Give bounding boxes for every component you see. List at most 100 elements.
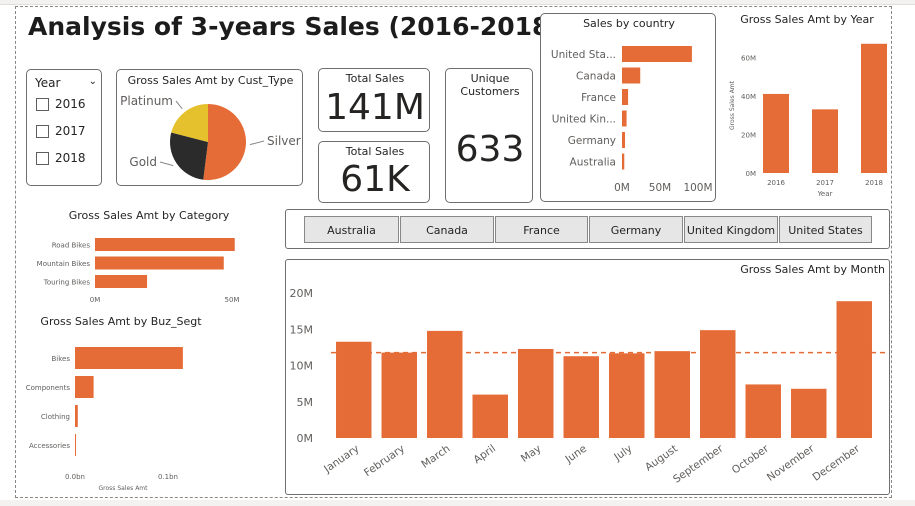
month-bar[interactable] — [518, 348, 554, 438]
buz-segt-bar[interactable] — [75, 376, 94, 398]
cust-type-pie-chart[interactable]: Silver Gold Platinum — [117, 88, 304, 186]
year-slicer-header[interactable]: Year ⌄ — [35, 76, 97, 92]
sales-by-year-title: Gross Sales Amt by Year — [740, 13, 874, 26]
cust-type-title: Gross Sales Amt by Cust_Type — [127, 74, 294, 87]
year-y-axis-title: Gross Sales Amt — [729, 80, 736, 130]
cust-type-pie-card[interactable]: Gross Sales Amt by Cust_Type Silver Gold P… — [116, 69, 303, 186]
year-option-label: 2016 — [55, 97, 86, 111]
checkbox-icon[interactable] — [36, 124, 49, 138]
country-bar[interactable] — [622, 132, 626, 148]
buz-segt-bar[interactable] — [75, 434, 76, 456]
total-sales-card: Total Sales 141M — [318, 68, 430, 132]
checkbox-icon[interactable] — [36, 97, 49, 111]
page-title: Analysis of 3-years Sales (2016-2018) — [28, 12, 561, 41]
month-bar[interactable] — [745, 384, 781, 438]
top-ribbon-strip — [0, 0, 915, 5]
category-axis-tick: 0M — [90, 296, 101, 304]
year-slicer: Year ⌄ 2016 2017 2018 — [26, 69, 102, 186]
sales-by-country-card[interactable]: Sales by country United Sta... Canada Fran… — [540, 13, 716, 202]
country-button-united-kingdom[interactable]: United Kingdom — [684, 216, 778, 243]
month-category-label: May — [519, 443, 544, 465]
buz-segt-bar[interactable] — [75, 405, 78, 427]
total-sales-value: 141M — [325, 87, 425, 128]
country-bar[interactable] — [622, 46, 692, 62]
pie-slice-silver[interactable] — [203, 104, 247, 180]
sales-by-category-chart[interactable]: Road Bikes Mountain Bikes Touring Bikes 0M 5… — [26, 226, 272, 308]
buz-segt-label: Clothing — [41, 413, 70, 421]
month-bar[interactable] — [472, 394, 508, 438]
category-bar[interactable] — [95, 238, 235, 251]
month-category-label: April — [471, 443, 498, 467]
month-axis-tick: 10M — [290, 360, 314, 373]
unique-customers-title: Unique Customers — [460, 72, 520, 98]
category-label: Touring Bikes — [43, 279, 91, 287]
year-category-label: 2018 — [865, 179, 883, 187]
month-bar[interactable] — [609, 353, 645, 438]
country-button-germany[interactable]: Germany — [589, 216, 683, 243]
month-bar[interactable] — [381, 352, 417, 438]
month-axis-tick: 15M — [290, 323, 314, 336]
pie-leader-line — [249, 140, 265, 146]
country-bar[interactable] — [622, 110, 627, 127]
month-category-label: October — [730, 442, 772, 476]
category-bar[interactable] — [95, 256, 224, 270]
sales-by-year-visual[interactable]: Gross Sales Amt by Year 0M 20M 40M 60M 2016 2… — [724, 12, 890, 204]
buz-segt-label: Bikes — [51, 355, 70, 363]
country-bar[interactable] — [622, 89, 629, 105]
sales-by-month-chart[interactable]: 0M 5M 10M 15M 20M January February March April Ma… — [285, 274, 890, 494]
year-bar[interactable] — [861, 43, 887, 174]
country-label: United Sta... — [551, 49, 616, 61]
year-option-2016[interactable]: 2016 — [36, 97, 86, 111]
month-bar[interactable] — [336, 341, 372, 438]
buz-segt-bar[interactable] — [75, 347, 183, 369]
total-sales-title: Total Sales — [345, 72, 405, 85]
pie-leader-line — [159, 161, 174, 167]
total-sales-qty-card: Total Sales 61K — [318, 141, 430, 203]
country-bar[interactable] — [622, 153, 625, 170]
month-bar[interactable] — [654, 351, 690, 438]
country-label: France — [581, 92, 616, 104]
month-bar[interactable] — [700, 330, 736, 438]
month-category-label: February — [362, 443, 407, 480]
sales-by-year-chart[interactable]: 0M 20M 40M 60M 2016 2017 2018 Year Gross Sales A… — [724, 28, 890, 204]
sales-by-country-title: Sales by country — [583, 17, 675, 30]
country-bar[interactable] — [622, 67, 641, 84]
total-sales-qty-title: Total Sales — [345, 145, 405, 158]
month-category-label: September — [671, 442, 726, 486]
month-category-label: January — [321, 443, 361, 476]
pie-label: Gold — [129, 155, 157, 169]
year-bar[interactable] — [812, 109, 838, 173]
month-category-label: December — [810, 442, 862, 483]
sales-by-category-title: Gross Sales Amt by Category — [68, 209, 230, 222]
month-bar[interactable] — [427, 330, 463, 438]
unique-customers-card: Unique Customers 633 — [445, 68, 533, 203]
category-bar[interactable] — [95, 275, 148, 288]
month-category-label: June — [563, 443, 589, 467]
year-option-label: 2017 — [55, 124, 86, 138]
buz-segt-label: Components — [26, 384, 70, 392]
month-bar[interactable] — [563, 356, 599, 438]
month-category-label: March — [419, 443, 452, 471]
country-label: Australia — [570, 157, 616, 169]
year-category-label: 2016 — [767, 179, 785, 187]
month-axis-tick: 5M — [297, 396, 314, 409]
checkbox-icon[interactable] — [36, 151, 49, 165]
country-button-australia[interactable]: Australia — [304, 216, 399, 243]
country-button-united-states[interactable]: United States — [779, 216, 872, 243]
month-bar[interactable] — [836, 301, 872, 438]
year-option-2017[interactable]: 2017 — [36, 124, 86, 138]
chevron-down-icon[interactable]: ⌄ — [89, 76, 97, 87]
year-option-2018[interactable]: 2018 — [36, 151, 86, 165]
country-label: Canada — [576, 71, 616, 83]
sales-by-buz-segt-visual[interactable]: Gross Sales Amt by Buz_Segt Bikes Compone… — [26, 314, 256, 494]
year-category-label: 2017 — [816, 179, 834, 187]
sales-by-buz-segt-chart[interactable]: Bikes Components Clothing Accessories 0.0bn 0… — [26, 332, 256, 494]
month-axis-tick: 0M — [297, 432, 314, 445]
country-button-france[interactable]: France — [495, 216, 588, 243]
year-bar[interactable] — [763, 93, 789, 173]
sales-by-category-visual[interactable]: Gross Sales Amt by Category Road Bikes Mo… — [26, 208, 272, 308]
month-bar[interactable] — [791, 388, 827, 438]
country-button-canada[interactable]: Canada — [400, 216, 494, 243]
unique-customers-value: 633 — [455, 129, 525, 170]
sales-by-country-chart[interactable]: United Sta... Canada France United Kin... Ge… — [541, 32, 717, 202]
